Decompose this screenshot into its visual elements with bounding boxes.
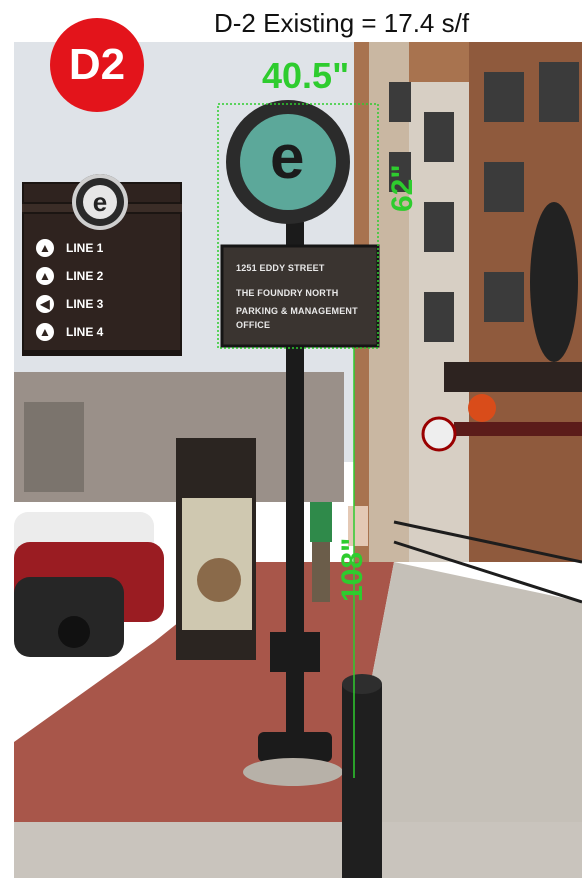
d2-badge: D2 xyxy=(50,18,144,112)
directional-legend: e ▲ LINE 1 ▲ LINE 2 ◀ LINE 3 ▲ LINE 4 xyxy=(22,174,182,356)
legend-item-label: LINE 2 xyxy=(66,269,104,283)
bollard xyxy=(342,684,382,878)
header-title: D-2 Existing = 17.4 s/f xyxy=(214,8,470,38)
sign-line-2: THE FOUNDRY NORTH xyxy=(236,288,339,298)
sign-line-1: 1251 EDDY STREET xyxy=(236,263,325,273)
legend-item-label: LINE 4 xyxy=(66,325,104,339)
arrow-up-icon: ▲ xyxy=(36,267,54,285)
arrow-up-icon: ▲ xyxy=(36,323,54,341)
sign-line-4: OFFICE xyxy=(236,320,271,330)
legend-item-line-3: ◀ LINE 3 xyxy=(36,290,172,318)
legend-item-line-4: ▲ LINE 4 xyxy=(36,318,172,346)
legend-logo: e xyxy=(72,174,128,230)
width-dimension-label: 40.5" xyxy=(262,55,350,96)
legend-item-line-1: ▲ LINE 1 xyxy=(36,234,172,262)
arrow-left-icon: ◀ xyxy=(36,295,54,313)
sign-line-3: PARKING & MANAGEMENT xyxy=(236,306,358,316)
arrow-up-icon: ▲ xyxy=(36,239,54,257)
sign-logo-e: e xyxy=(270,123,305,192)
pole-height-dimension-label: 108" xyxy=(336,537,369,602)
legend-item-line-2: ▲ LINE 2 xyxy=(36,262,172,290)
legend-item-label: LINE 1 xyxy=(66,241,104,255)
legend-item-label: LINE 3 xyxy=(66,297,104,311)
panel-height-dimension-label: 62" xyxy=(386,164,419,212)
legend-logo-e: e xyxy=(83,185,117,219)
